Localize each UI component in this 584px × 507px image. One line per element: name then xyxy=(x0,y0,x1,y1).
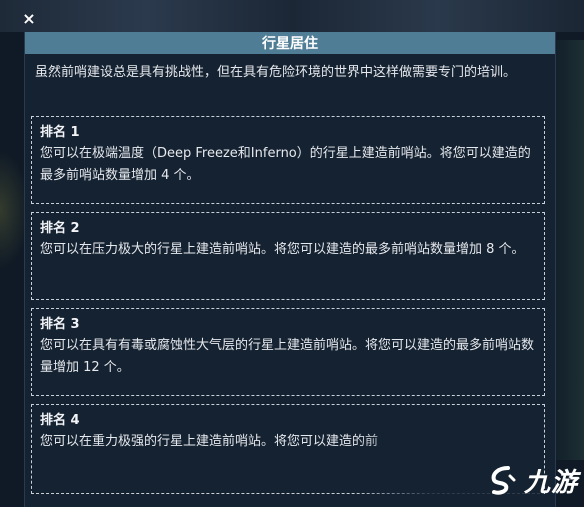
rank-title: 排名 1 xyxy=(40,125,80,140)
panel-title: 行星居住 xyxy=(25,32,555,54)
rank-title: 排名 3 xyxy=(40,317,80,332)
rank-description: 您可以在具有有毒或腐蚀性大气层的行星上建造前哨站。将您可以建造的最多前哨站数量增… xyxy=(40,338,535,375)
rank-box-3: 排名 3 您可以在具有有毒或腐蚀性大气层的行星上建造前哨站。将您可以建造的最多前… xyxy=(31,308,545,396)
rank-title: 排名 2 xyxy=(40,221,80,236)
panel-intro: 虽然前哨建设总是具有挑战性，但在具有危险环境的世界中这样做需要专门的培训。 xyxy=(35,65,517,80)
jiuyou-logo-icon xyxy=(491,465,516,495)
background-top-strip xyxy=(0,0,584,32)
rank-box-1: 排名 1 您可以在极端温度（Deep Freeze和Inferno）的行星上建造… xyxy=(31,116,545,204)
rank-box-2: 排名 2 您可以在压力极大的行星上建造前哨站。将您可以建造的最多前哨站数量增加 … xyxy=(31,212,545,300)
watermark-text: 九游 xyxy=(523,468,578,498)
watermark: 九游 xyxy=(486,462,578,499)
rank-description: 您可以在极端温度（Deep Freeze和Inferno）的行星上建造前哨站。将… xyxy=(40,146,531,183)
rank-description: 您可以在压力极大的行星上建造前哨站。将您可以建造的最多前哨站数量增加 8 个。 xyxy=(40,242,525,257)
close-icon[interactable]: × xyxy=(20,10,38,28)
